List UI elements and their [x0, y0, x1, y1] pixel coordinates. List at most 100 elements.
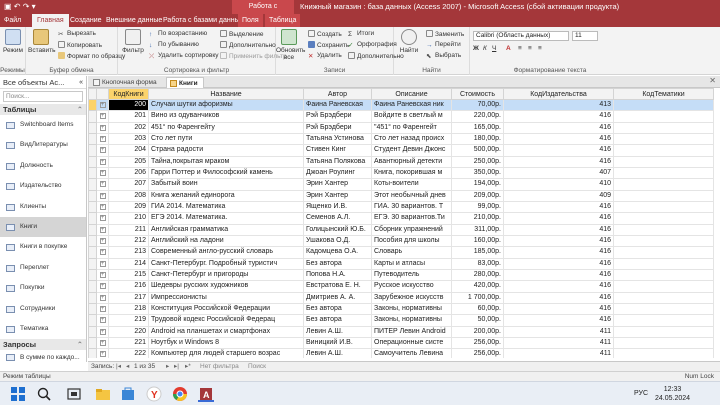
paste-button[interactable]: Вставить [28, 29, 56, 54]
row-selector[interactable] [88, 166, 97, 180]
table-row[interactable]: +211 Английская грамматика Голицынский Ю.Б… [88, 223, 714, 236]
record-search-input[interactable]: Поиск [248, 362, 266, 371]
expand-row-button[interactable]: + [96, 189, 109, 202]
cell-author[interactable]: Левин А.Ш. [303, 348, 372, 358]
cell-author[interactable]: Кадомцева О.А. [303, 246, 372, 259]
cell-description[interactable]: Сто лет назад происх [371, 132, 452, 146]
nav-item-table[interactable]: Книги в покупке [0, 237, 86, 257]
expand-row-button[interactable]: + [96, 98, 109, 112]
cell-topic-id[interactable] [613, 166, 714, 180]
last-record-button[interactable]: ▸| [174, 362, 179, 371]
first-record-button[interactable]: |◂ [116, 362, 121, 371]
bold-button[interactable]: Ж [473, 45, 479, 52]
cell-publisher-id[interactable]: 416 [503, 121, 614, 134]
cell-author[interactable]: Левин А.Ш. [303, 325, 372, 338]
nav-section-tables[interactable]: Таблицы ⌃ [0, 104, 86, 115]
filter-button[interactable]: Фильтр [120, 29, 146, 54]
cell-price[interactable]: 210,00р. [451, 212, 504, 225]
cell-id[interactable]: 217 [108, 291, 149, 304]
nav-item-table[interactable]: Switchboard Items [0, 115, 86, 135]
cell-id[interactable]: 201 [108, 110, 149, 123]
cell-title[interactable]: Санкт-Петербург. Подробный туристич [148, 257, 304, 270]
cell-price[interactable]: 220,00р. [451, 110, 504, 123]
windows-start-icon[interactable] [10, 386, 26, 402]
cell-topic-id[interactable] [613, 246, 714, 259]
expand-row-button[interactable]: + [96, 325, 109, 338]
column-header-price[interactable]: Стоимость [451, 88, 504, 100]
cell-price[interactable]: 420,00р. [451, 280, 504, 293]
cell-publisher-id[interactable]: 410 [503, 178, 614, 191]
nav-collapse-icon[interactable]: « [79, 76, 83, 89]
cell-price[interactable]: 256,00р. [451, 336, 504, 350]
cell-publisher-id[interactable]: 409 [503, 189, 614, 202]
table-row[interactable]: +215 Санкт-Петербург и пригороды Попова Н.… [88, 268, 714, 282]
cell-topic-id[interactable] [613, 200, 714, 214]
table-row[interactable]: +217 Импрессионисты Дмитриев А. А. Зарубежн… [88, 291, 714, 304]
advanced-filter-button[interactable]: Дополнительно [220, 41, 276, 49]
cell-author[interactable]: Эрин Хантер [303, 178, 372, 191]
cell-title[interactable]: 451° по Фаренгейту [148, 121, 304, 134]
cell-price[interactable]: 500,00р. [451, 144, 504, 157]
table-row[interactable]: +214 Санкт-Петербург. Подробный туристич Б… [88, 257, 714, 270]
table-row[interactable]: +201 Вино из одуванчиков Рэй Брэдбери Войди… [88, 110, 714, 123]
tab-database-tools[interactable]: Работа с базами данных [163, 14, 243, 27]
cell-title[interactable]: Компьютер для людей старшего возрас [148, 348, 304, 358]
cell-id[interactable]: 211 [108, 223, 149, 236]
cell-topic-id[interactable] [613, 110, 714, 123]
row-selector[interactable] [88, 132, 97, 146]
cell-title[interactable]: Импрессионисты [148, 291, 304, 304]
row-selector[interactable] [88, 314, 97, 327]
cell-price[interactable]: 160,00р. [451, 234, 504, 248]
table-row[interactable]: +221 Ноутбук и Windows 8 Виницкий И.В. Опер… [88, 336, 714, 350]
table-row[interactable]: +207 Забытый воин Эрин Хантер Коты-воители 1… [88, 178, 714, 191]
cell-title[interactable]: Трудовой кодекс Российской Федерац [148, 314, 304, 327]
expand-row-button[interactable]: + [96, 155, 109, 168]
system-clock[interactable]: 12:33 24.05.2024 [655, 385, 690, 403]
table-row[interactable]: +212 Английский на ладони Ушакова О.Д. Посо… [88, 234, 714, 248]
tab-home[interactable]: Главная [32, 14, 69, 27]
doc-tab-books[interactable]: Книги [166, 77, 204, 88]
expand-row-button[interactable]: + [96, 110, 109, 123]
cell-id[interactable]: 212 [108, 234, 149, 248]
cell-author[interactable]: Евстратова Е. Н. [303, 280, 372, 293]
cell-title[interactable]: Английская грамматика [148, 223, 304, 236]
cell-topic-id[interactable] [613, 212, 714, 225]
cell-topic-id[interactable] [613, 314, 714, 327]
nav-item-table[interactable]: Переплет [0, 258, 86, 278]
cell-topic-id[interactable] [613, 98, 714, 112]
nav-item-table[interactable]: Покупки [0, 278, 86, 298]
cell-topic-id[interactable] [613, 257, 714, 270]
cell-author[interactable]: Джоан Роулинг [303, 166, 372, 180]
cell-description[interactable]: Законы, нормативны [371, 314, 452, 327]
selection-button[interactable]: Выделение [220, 30, 263, 38]
cell-description[interactable]: Этот необычный днев [371, 189, 452, 202]
cell-publisher-id[interactable]: 413 [503, 98, 614, 112]
expand-row-button[interactable]: + [96, 144, 109, 157]
cell-description[interactable]: Законы, нормативны [371, 302, 452, 316]
cell-id[interactable]: 206 [108, 166, 149, 180]
tab-fields[interactable]: Поля [238, 14, 263, 27]
table-row[interactable]: +222 Компьютер для людей старшего возрас Л… [88, 348, 714, 358]
doc-tab-switchboard[interactable]: Кнопочная форма [90, 77, 162, 88]
cell-author[interactable]: Без автора [303, 302, 372, 316]
cell-author[interactable]: Татьяна Полякова [303, 155, 372, 168]
row-selector[interactable] [88, 110, 97, 123]
expand-row-button[interactable]: + [96, 212, 109, 225]
expand-row-button[interactable]: + [96, 314, 109, 327]
table-row[interactable]: +200 Случаи шутки афоризмы Фаина Раневская… [88, 98, 714, 112]
cell-description[interactable]: Путеводитель [371, 268, 452, 282]
cell-title[interactable]: Гарри Поттер и Философский камень [148, 166, 304, 180]
cell-price[interactable]: 194,00р. [451, 178, 504, 191]
cell-id[interactable]: 200 [108, 98, 149, 112]
cell-description[interactable]: Сборник упражнений [371, 223, 452, 236]
cell-price[interactable]: 99,00р. [451, 200, 504, 214]
cell-publisher-id[interactable]: 416 [503, 234, 614, 248]
cell-topic-id[interactable] [613, 132, 714, 146]
nav-section-queries[interactable]: Запросы ⌃ [0, 339, 86, 351]
cell-description[interactable]: Фаина Раневская ник [371, 98, 452, 112]
cell-title[interactable]: Вино из одуванчиков [148, 110, 304, 123]
nav-item-table[interactable]: Клиенты [0, 197, 86, 217]
language-indicator[interactable]: РУС [634, 390, 648, 397]
row-selector[interactable] [88, 178, 97, 191]
row-selector[interactable] [88, 302, 97, 316]
